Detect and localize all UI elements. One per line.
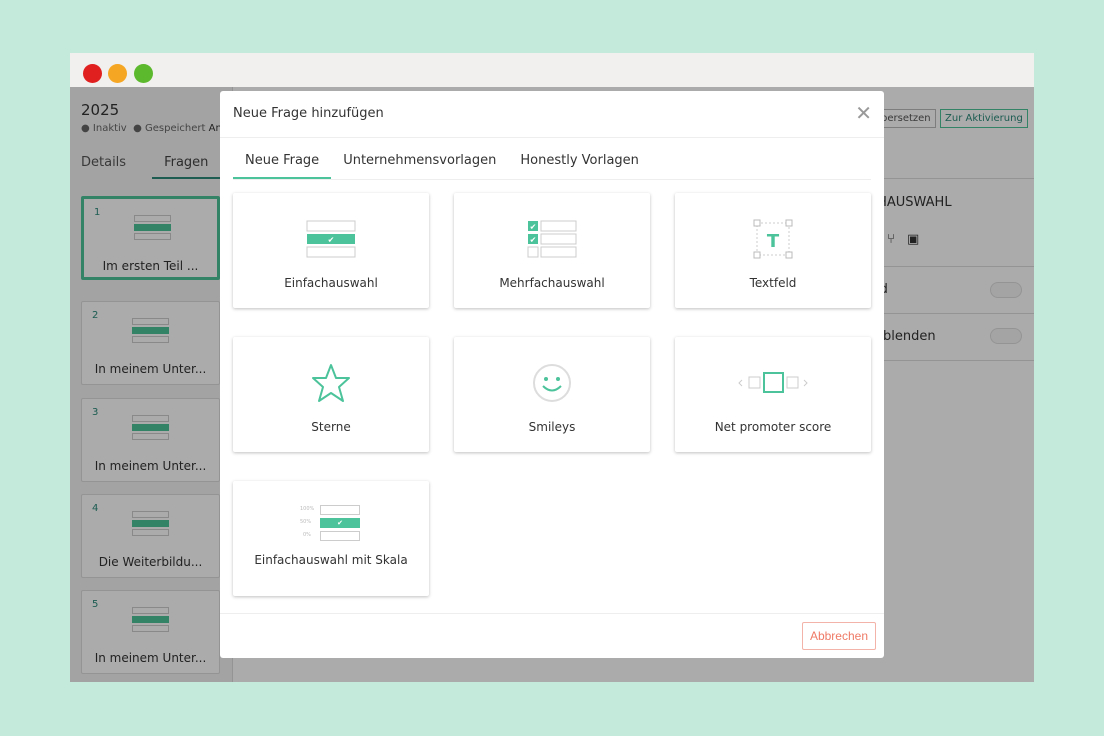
tab-honestly-vorlagen[interactable]: Honestly Vorlagen	[508, 146, 651, 177]
svg-text:✔: ✔	[530, 236, 537, 245]
option-mehrfachauswahl[interactable]: ✔ ✔ Mehrfachauswahl	[454, 193, 650, 308]
option-label: Smileys	[528, 420, 576, 434]
star-icon	[312, 364, 350, 402]
scale-choice-icon: 100% 50% 0% ✔	[300, 503, 362, 543]
scale-label: 100%	[300, 506, 315, 512]
option-label: Net promoter score	[714, 420, 832, 434]
add-question-dialog: Neue Frage hinzufügen ✕ Neue Frage Untern…	[220, 91, 884, 658]
smiley-icon	[533, 364, 571, 402]
option-label: Einfachauswahl	[284, 276, 378, 290]
svg-text:✔: ✔	[530, 223, 537, 232]
scale-label: 0%	[303, 532, 311, 538]
multiple-choice-icon: ✔✔	[527, 220, 577, 258]
tab-neue-frage[interactable]: Neue Frage	[233, 146, 332, 179]
single-choice-icon: ✔	[306, 220, 356, 258]
option-einfachauswahl-mit-skala[interactable]: 100% 50% 0% ✔ Einfachauswahl mit Skala	[233, 481, 429, 596]
cancel-button[interactable]: Abbrechen	[801, 622, 876, 650]
option-einfachauswahl[interactable]: ✔ Einfachauswahl	[233, 193, 429, 308]
svg-text:✔: ✔	[328, 236, 335, 245]
option-label: Sterne	[311, 420, 351, 434]
title-bar	[70, 53, 1034, 87]
minimize-window-button[interactable]	[108, 64, 127, 83]
option-net-promoter-score[interactable]: Net promoter score	[675, 337, 871, 452]
text-field-icon: T	[753, 219, 793, 259]
close-window-button[interactable]	[83, 64, 102, 83]
scale-label: 50%	[300, 519, 312, 525]
dialog-title: Neue Frage hinzufügen	[233, 106, 384, 121]
option-textfeld[interactable]: T Textfeld	[675, 193, 871, 308]
nps-icon	[738, 372, 808, 393]
maximize-window-button[interactable]	[134, 64, 153, 83]
close-icon[interactable]: ✕	[855, 101, 872, 125]
option-smileys[interactable]: Smileys	[454, 337, 650, 452]
option-sterne[interactable]: Sterne	[233, 337, 429, 452]
option-label: Einfachauswahl mit Skala	[254, 553, 408, 567]
option-label: Mehrfachauswahl	[499, 276, 605, 290]
option-label: Textfeld	[749, 276, 797, 290]
tab-unternehmensvorlagen[interactable]: Unternehmensvorlagen	[331, 146, 508, 177]
dialog-tabs: Neue Frage Unternehmensvorlagen Honestly V…	[233, 146, 871, 180]
svg-text:T: T	[767, 231, 780, 252]
